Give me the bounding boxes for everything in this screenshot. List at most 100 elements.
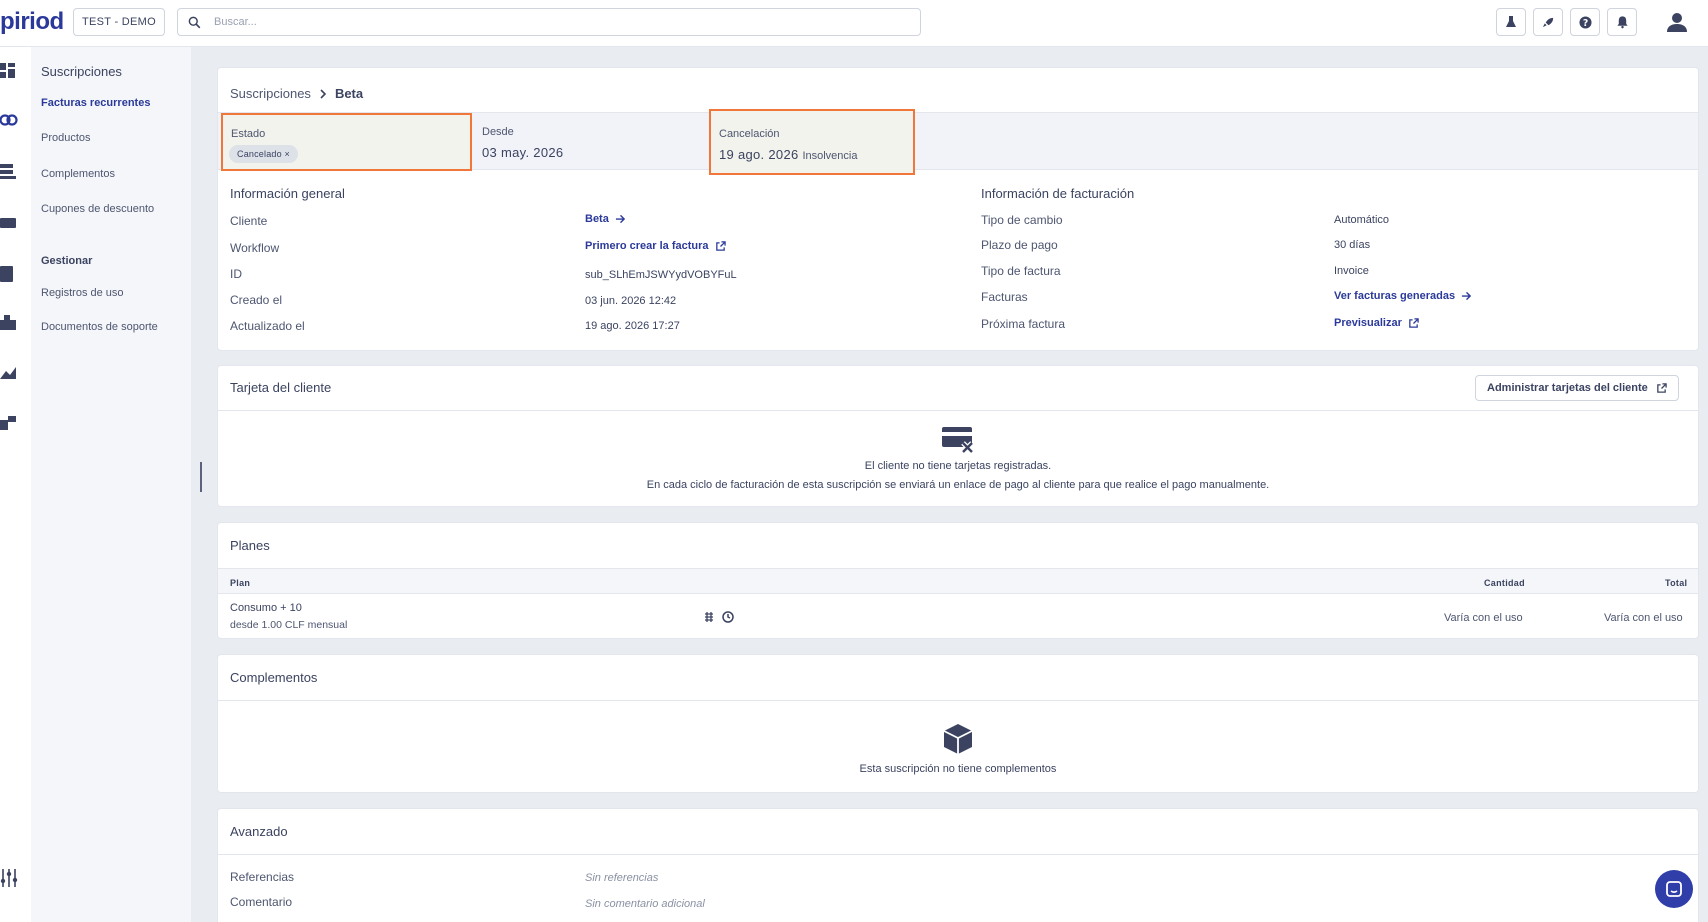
manage-cards-button[interactable]: Administrar tarjetas del cliente (1475, 375, 1679, 401)
help-button[interactable]: ? (1570, 8, 1600, 36)
plans-table-header (218, 569, 1698, 594)
plan-name: Consumo + 10 (230, 602, 302, 614)
plans-title: Planes (230, 538, 270, 553)
icon-rail (0, 47, 31, 922)
bell-icon (1616, 16, 1628, 29)
field-label: Facturas (981, 290, 1028, 304)
exchange-type: Automático (1334, 214, 1390, 226)
customer-card-title: Tarjeta del cliente (230, 380, 332, 395)
divider (218, 854, 1698, 855)
invoices-icon[interactable] (0, 162, 18, 180)
notifications-button[interactable] (1607, 8, 1637, 36)
user-menu[interactable] (1664, 9, 1690, 35)
references-value: Sin referencias (585, 872, 659, 884)
arrow-right-icon (615, 214, 625, 224)
rocket-button[interactable] (1533, 8, 1563, 36)
divider (218, 410, 1698, 411)
comment-value: Sin comentario adicional (585, 898, 705, 910)
plan-price: desde 1.00 CLF mensual (230, 619, 348, 631)
payment-link-message: En cada ciclo de facturación de esta sus… (646, 479, 1270, 491)
nav-item-documentos-soporte[interactable]: Documentos de soporte (41, 321, 158, 333)
field-label: Tipo de factura (981, 264, 1061, 278)
nav-item-registros-uso[interactable]: Registros de uso (41, 287, 124, 299)
help-icon: ? (1578, 15, 1592, 28)
general-info-title: Información general (230, 186, 345, 201)
external-link-icon (1409, 317, 1419, 328)
subscriptions-icon[interactable] (0, 111, 18, 129)
advanced-section: Avanzado Referencias Sin referencias Com… (217, 808, 1699, 922)
close-icon[interactable]: × (285, 149, 290, 159)
search-icon (188, 16, 201, 29)
field-label: Actualizado el (230, 319, 305, 333)
external-link-icon (1656, 382, 1667, 393)
top-bar: piriod TEST - DEMO ? (0, 0, 1708, 47)
arrow-right-icon (1461, 291, 1472, 301)
field-label: Próxima factura (981, 317, 1066, 331)
created-at: 03 jun. 2026 12:42 (585, 295, 677, 307)
nav-item-productos[interactable]: Productos (41, 132, 91, 144)
status-badge: Cancelado × (229, 145, 299, 163)
sidebar-resize-handle[interactable] (200, 462, 202, 492)
breadcrumb-current: Beta (334, 86, 364, 101)
breadcrumb: Suscripciones Beta (230, 86, 363, 101)
cancelacion-field: Cancelación 19 ago. 2026 Insolvencia (709, 109, 915, 175)
no-cards-message: El cliente no tiene tarjetas registradas… (864, 460, 1052, 472)
breadcrumb-parent[interactable]: Suscripciones (230, 86, 311, 101)
book-icon[interactable] (0, 265, 18, 283)
updated-at: 19 ago. 2026 17:27 (585, 320, 680, 332)
search-input[interactable] (214, 13, 904, 31)
credit-card-off-icon (942, 427, 974, 454)
estado-field: Estado Cancelado × (221, 113, 472, 171)
field-label: Creado el (230, 293, 283, 307)
dashboard-icon[interactable] (0, 62, 18, 80)
addons-title: Complementos (230, 670, 318, 685)
cancelacion-label: Cancelación (719, 128, 780, 140)
desde-label: Desde (482, 126, 514, 138)
nav-item-complementos[interactable]: Complementos (41, 168, 115, 180)
nav-manage-title: Gestionar (41, 255, 93, 267)
environment-selector[interactable]: TEST - DEMO (73, 8, 165, 36)
customer-link[interactable]: Beta (585, 213, 626, 225)
reports-icon[interactable] (0, 363, 18, 381)
workflow-link[interactable]: Primero crear la factura (585, 240, 726, 252)
secondary-nav: Suscripciones Facturas recurrentes Produ… (31, 47, 191, 922)
chat-icon (1666, 881, 1682, 897)
nav-section-title: Suscripciones (41, 64, 122, 79)
column-plan: Plan (230, 578, 251, 588)
field-label: Cliente (230, 214, 268, 228)
svg-text:?: ? (1582, 17, 1587, 28)
rocket-icon (1542, 17, 1553, 27)
metered-usage-icon (705, 612, 713, 622)
invoice-type: Invoice (1334, 265, 1369, 277)
app-logo[interactable]: piriod (0, 8, 64, 36)
nav-item-facturas-recurrentes[interactable]: Facturas recurrentes (41, 97, 150, 109)
payment-term: 30 días (1334, 239, 1371, 251)
preview-invoice-link[interactable]: Previsualizar (1334, 317, 1419, 329)
nav-item-cupones[interactable]: Cupones de descuento (41, 203, 154, 215)
search-box[interactable] (177, 8, 921, 36)
settings-sliders-icon[interactable] (0, 869, 18, 887)
field-label: Comentario (230, 895, 293, 909)
chevron-right-icon (320, 88, 327, 99)
desde-value: 03 may. 2026 (482, 145, 564, 160)
field-label: Referencias (230, 870, 295, 884)
integrations-icon[interactable] (0, 414, 18, 432)
advanced-title: Avanzado (230, 824, 288, 839)
lab-button[interactable] (1496, 8, 1526, 36)
lab-icon (1506, 16, 1516, 27)
customer-card-section: Tarjeta del cliente Administrar tarjetas… (217, 365, 1699, 507)
field-label: Plazo de pago (981, 238, 1058, 252)
view-invoices-link[interactable]: Ver facturas generadas (1334, 290, 1472, 302)
plan-quantity: Varía con el uso (1444, 612, 1523, 624)
external-link-icon (715, 240, 726, 251)
desde-field: Desde 03 may. 2026 (474, 113, 714, 171)
addons-section: Complementos Esta suscripción no tiene c… (217, 654, 1699, 793)
chat-launcher[interactable] (1655, 870, 1693, 908)
field-label: Workflow (230, 241, 280, 255)
plan-total: Varía con el uso (1604, 612, 1683, 624)
field-label: Tipo de cambio (981, 213, 1063, 227)
no-addons-message: Esta suscripción no tiene complementos (859, 763, 1057, 775)
customers-icon[interactable] (0, 314, 18, 332)
divider (218, 700, 1698, 701)
payments-icon[interactable] (0, 214, 18, 232)
